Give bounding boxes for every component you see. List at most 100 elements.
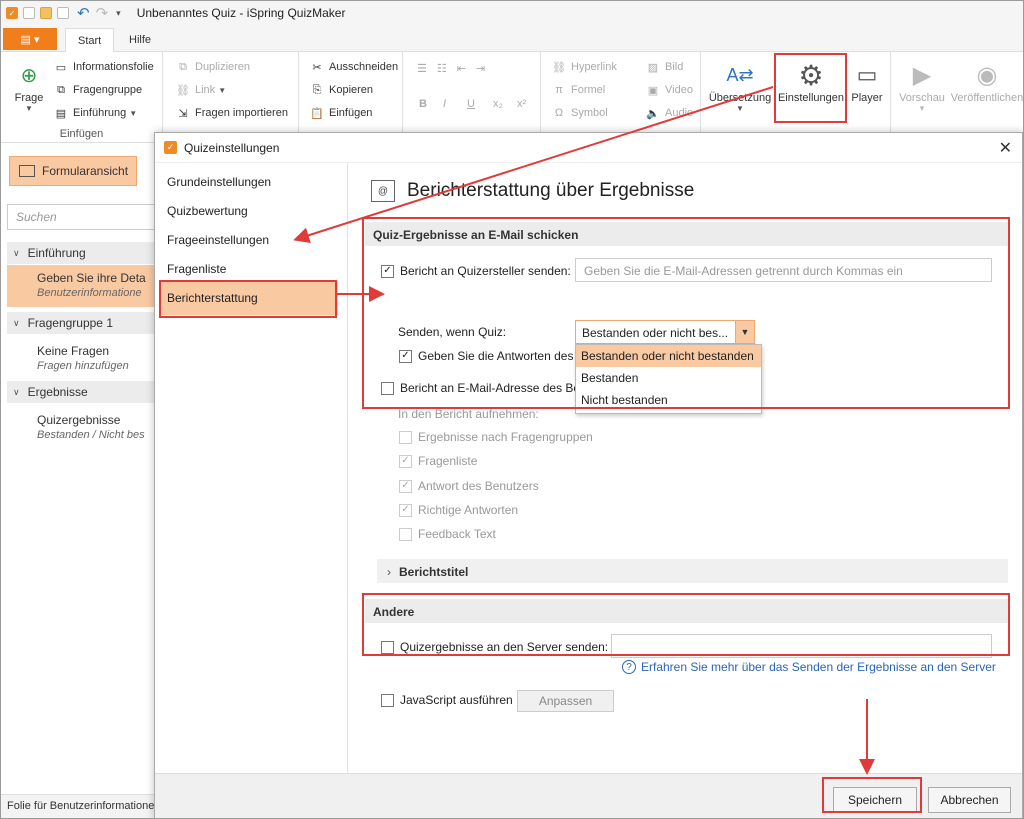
include-answers-checkbox[interactable]: ✓ — [399, 349, 412, 363]
include-item-checkbox[interactable]: ✓ — [399, 454, 412, 468]
uebersetzung-button[interactable]: A⇄ Übersetzung ▼ — [707, 58, 773, 114]
nav-quizbewertung[interactable]: Quizbewertung — [167, 204, 248, 218]
include-item-checkbox[interactable] — [399, 430, 412, 444]
email-section-header: Quiz-Ergebnisse an E-Mail schicken — [365, 222, 1008, 246]
einfuehrung-button[interactable]: ▤ Einführung ▼ — [53, 106, 137, 120]
save-icon[interactable] — [57, 7, 69, 19]
report-to-email-row[interactable]: Bericht an E-Mail-Adresse des Be — [381, 381, 580, 395]
audio-button[interactable]: 🔈 Audio — [645, 106, 693, 120]
form-view-button[interactable]: Formularansicht — [9, 156, 137, 186]
ausschneiden-button[interactable]: ✂ Ausschneiden — [309, 60, 398, 74]
tab-help[interactable]: Hilfe — [117, 28, 163, 52]
bold-button[interactable]: B — [419, 98, 427, 110]
nav-frageeinstellungen[interactable]: Frageeinstellungen — [167, 233, 269, 247]
report-to-author-row[interactable]: ✓ Bericht an Quizersteller senden: — [381, 264, 571, 278]
report-to-author-checkbox[interactable]: ✓ — [381, 264, 394, 278]
include-item-row[interactable]: ✓ Antwort des Benutzers — [399, 479, 539, 493]
tab-start[interactable]: Start — [65, 28, 115, 52]
dropdown-option[interactable]: Bestanden oder nicht bestanden — [576, 345, 761, 367]
page-header: @ Berichterstattung über Ergebnisse — [371, 180, 694, 202]
file-menu-button[interactable]: ▤ ▾ — [3, 28, 57, 50]
include-item-row[interactable]: ✓ Fragenliste — [399, 454, 477, 468]
kopieren-button[interactable]: ⎘ Kopieren — [309, 83, 373, 97]
underline-button[interactable]: U — [467, 98, 475, 110]
palette-icon: ▭ — [856, 62, 878, 87]
ribbon-group-edit: ⧉ Duplizieren ⛓ Link ▼ ⇲ Fragen importieren — [163, 52, 299, 143]
ribbon-group-quiz: A⇄ Übersetzung ▼ ⚙ Einstellungen ▭ Playe… — [701, 52, 891, 143]
customize-button[interactable]: Anpassen — [517, 690, 614, 712]
send-to-server-checkbox[interactable] — [381, 640, 394, 654]
tree-item-no-questions[interactable]: Keine Fragen Fragen hinzufügen — [7, 344, 161, 372]
formula-icon: π — [555, 84, 563, 96]
subscript-button[interactable]: x₂ — [493, 98, 503, 110]
duplizieren-button[interactable]: ⧉ Duplizieren — [175, 60, 250, 74]
cancel-button[interactable]: Abbrechen — [928, 787, 1011, 813]
server-url-field[interactable] — [611, 634, 992, 658]
question-group-icon: ⧉ — [57, 83, 65, 96]
status-bar: Folie für Benutzerinformationen — [1, 794, 161, 818]
undo-icon[interactable]: ↶ — [77, 4, 90, 22]
symbol-button[interactable]: Ω Symbol — [551, 106, 608, 120]
new-file-icon[interactable] — [23, 7, 35, 19]
app-icon: ✓ — [6, 7, 18, 19]
send-when-select[interactable]: Bestanden oder nicht bes... ▼ — [575, 320, 755, 344]
tree-item-user-info[interactable]: Geben Sie ihre Deta Benutzerinformatione — [7, 265, 161, 307]
bild-button[interactable]: ▨ Bild — [645, 60, 684, 74]
informationsfolie-button[interactable]: ▭ Informationsfolie — [53, 60, 154, 74]
report-title-section[interactable]: › Berichtstitel — [377, 559, 1008, 583]
open-folder-icon[interactable] — [40, 7, 52, 19]
link-label: Link — [195, 84, 216, 96]
nav-grundeinstellungen[interactable]: Grundeinstellungen — [167, 175, 271, 189]
veroeffentlichen-button[interactable]: ◉ Veröffentlichen — [949, 58, 1024, 105]
tree-group-ergebnisse[interactable]: ∨ Ergebnisse — [7, 381, 161, 403]
einstellungen-button[interactable]: ⚙ Einstellungen — [775, 58, 847, 105]
tree-group-einfuehrung[interactable]: ∨ Einführung — [7, 242, 161, 264]
superscript-button[interactable]: x² — [517, 98, 526, 110]
include-item-row[interactable]: Feedback Text — [399, 527, 496, 541]
tree-group-label: Einführung — [27, 246, 86, 260]
nav-berichterstattung[interactable]: Berichterstattung — [161, 281, 338, 315]
search-input[interactable]: Suchen — [7, 204, 161, 230]
vorschau-button[interactable]: ▶ Vorschau ▼ — [897, 58, 947, 114]
other-section-header: Andere — [365, 599, 1008, 623]
save-button[interactable]: Speichern — [833, 787, 917, 813]
redo-icon[interactable]: ↷ — [96, 4, 109, 22]
dropdown-option[interactable]: Bestanden — [576, 367, 761, 389]
dropdown-option[interactable]: Nicht bestanden — [576, 389, 761, 411]
email-addresses-field[interactable]: Geben Sie die E-Mail-Adressen getrennt d… — [575, 258, 992, 282]
veroeffentlichen-label: Veröffentlichen — [950, 92, 1024, 104]
run-js-checkbox[interactable] — [381, 693, 394, 707]
chevron-down-icon[interactable]: ▼ — [735, 321, 754, 343]
include-item-row[interactable]: Ergebnisse nach Fragengruppen — [399, 430, 593, 444]
video-button[interactable]: ▣ Video — [645, 83, 693, 97]
report-to-email-checkbox[interactable] — [381, 381, 394, 395]
tree-group-fragengruppe[interactable]: ∨ Fragengruppe 1 — [7, 312, 161, 334]
include-item-row[interactable]: ✓ Richtige Antworten — [399, 503, 518, 517]
include-answers-row[interactable]: ✓ Geben Sie die Antworten des — [399, 349, 573, 363]
run-js-row[interactable]: JavaScript ausführen — [381, 693, 513, 707]
fragengruppe-button[interactable]: ⧉ Fragengruppe — [53, 83, 142, 97]
include-item-checkbox[interactable]: ✓ — [399, 503, 412, 517]
include-item-checkbox[interactable] — [399, 527, 412, 541]
send-to-server-row[interactable]: Quizergebnisse an den Server senden: — [381, 640, 608, 654]
duplicate-icon: ⧉ — [179, 60, 187, 73]
scissors-icon: ✂ — [312, 61, 322, 74]
tree-item-quiz-results[interactable]: Quizergebnisse Bestanden / Nicht bes — [7, 413, 161, 441]
close-icon[interactable]: ✕ — [999, 138, 1012, 158]
nav-fragenliste[interactable]: Fragenliste — [167, 262, 226, 276]
learn-more-link[interactable]: ? Erfahren Sie mehr über das Senden der … — [622, 660, 996, 674]
fragen-importieren-button[interactable]: ⇲ Fragen importieren — [175, 106, 288, 120]
formel-button[interactable]: π Formel — [551, 83, 605, 97]
frage-button[interactable]: ⊕ Frage ▼ — [9, 58, 49, 114]
link-button[interactable]: ⛓ Link ▼ — [175, 83, 226, 97]
customize-toolbar-icon[interactable]: ▾ — [116, 8, 121, 19]
include-item-checkbox[interactable]: ✓ — [399, 479, 412, 493]
player-button[interactable]: ▭ Player — [847, 58, 887, 104]
dialog-footer: Speichern Abbrechen — [155, 773, 1022, 818]
hyperlink-button[interactable]: ⛓ Hyperlink — [551, 60, 617, 74]
italic-button[interactable]: I — [443, 98, 446, 110]
einfuegen-label: Einfügen — [329, 107, 373, 119]
einfuegen-button[interactable]: 📋 Einfügen — [309, 106, 372, 120]
list-format-icons[interactable]: ☰☷⇤⇥ — [417, 62, 495, 75]
include-label: In den Bericht aufnehmen: — [398, 407, 539, 421]
